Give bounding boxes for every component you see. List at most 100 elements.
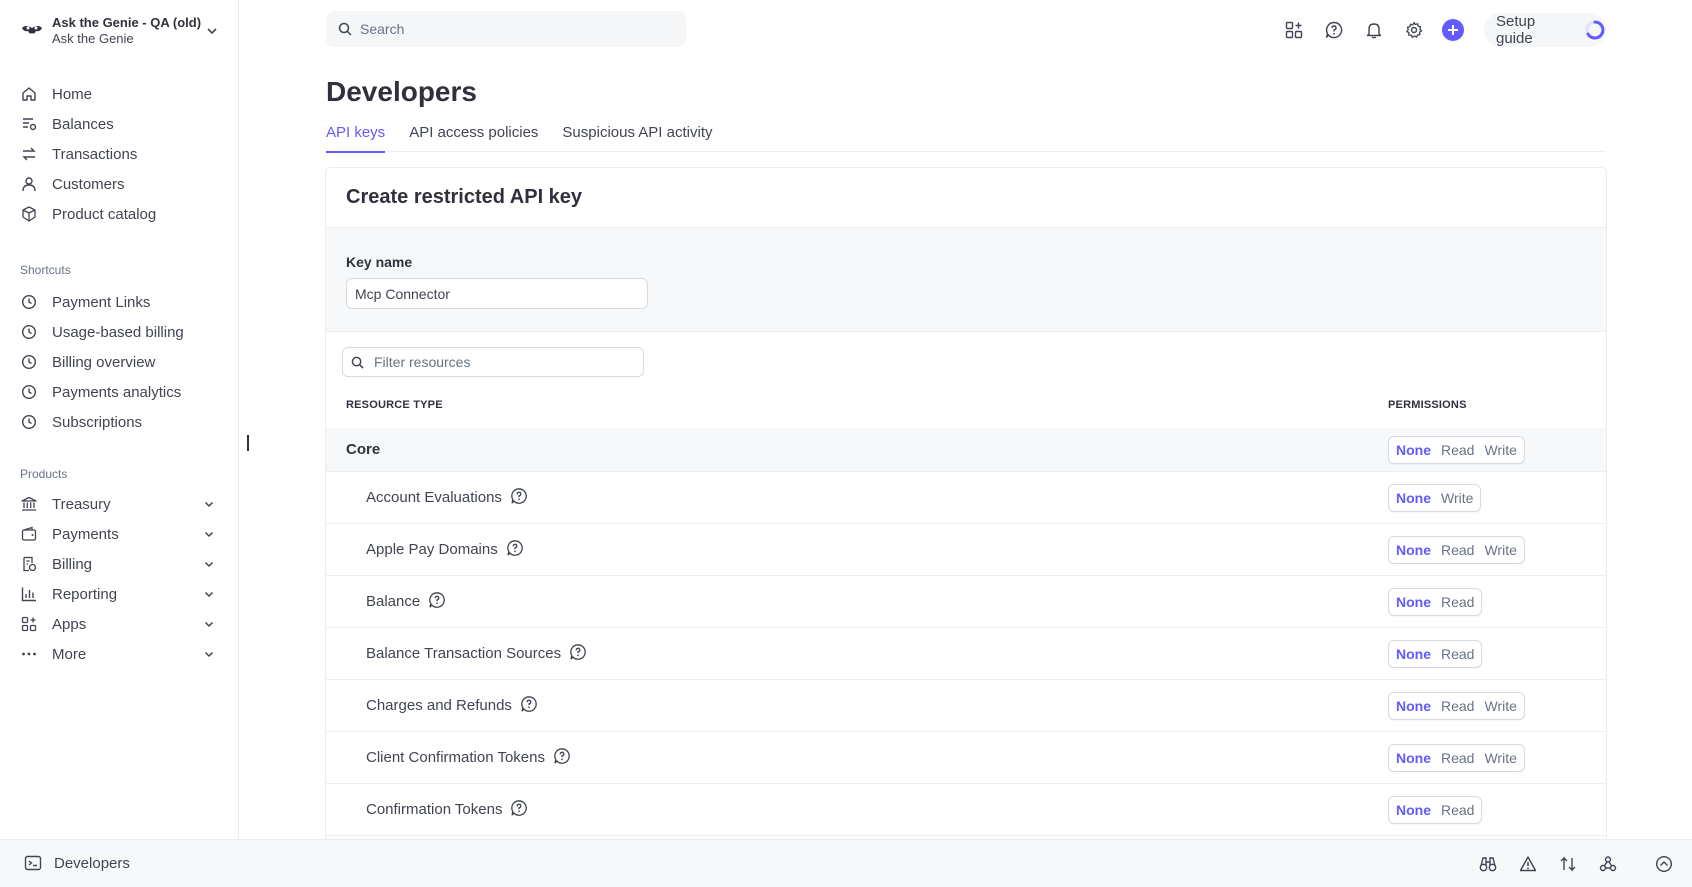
permission-option-read[interactable]: Read — [1436, 750, 1479, 766]
resource-name-label: Charges and Refunds — [366, 697, 512, 714]
inspect-button[interactable] — [1478, 854, 1498, 874]
permission-selector: None Read Write — [1388, 435, 1525, 464]
bottom-bar: Developers — [0, 839, 1692, 887]
setup-guide-button[interactable]: Setup guide — [1484, 13, 1606, 47]
developers-label: Developers — [54, 854, 130, 872]
table-group-row: Core None Read Write — [326, 428, 1606, 472]
permission-option-read[interactable]: Read — [1436, 646, 1479, 662]
permission-option-read[interactable]: Read — [1436, 802, 1479, 818]
shortcut-payments-analytics[interactable]: Payments analytics — [20, 377, 220, 407]
errors-button[interactable] — [1518, 854, 1538, 874]
permission-option-none[interactable]: None — [1391, 646, 1436, 662]
help-icon[interactable] — [569, 643, 587, 661]
nav-item-customers[interactable]: Customers — [20, 169, 220, 199]
help-icon[interactable] — [553, 747, 571, 765]
help-icon[interactable] — [510, 487, 528, 505]
product-payments[interactable]: Payments — [20, 519, 220, 549]
help-icon[interactable] — [428, 591, 446, 609]
permission-option-none[interactable]: None — [1391, 750, 1436, 766]
tab-suspicious-api-activity[interactable]: Suspicious API activity — [562, 124, 712, 152]
help-icon[interactable] — [510, 799, 528, 817]
card-header: Create restricted API key — [326, 168, 1606, 228]
more-icon — [20, 645, 38, 663]
key-name-input[interactable]: Mcp Connector — [346, 278, 648, 309]
sidebar-resize-handle[interactable] — [247, 435, 249, 451]
shortcut-billing-overview[interactable]: Billing overview — [20, 347, 220, 377]
tab-api-access-policies[interactable]: API access policies — [409, 124, 538, 152]
page-title: Developers — [326, 76, 477, 107]
setup-guide-label: Setup guide — [1496, 13, 1536, 47]
permission-option-write[interactable]: Write — [1479, 750, 1521, 766]
key-name-label: Key name — [346, 254, 413, 270]
help-button[interactable] — [1314, 16, 1354, 44]
permission-option-none[interactable]: None — [1391, 542, 1436, 558]
permission-option-read[interactable]: Read — [1436, 542, 1479, 558]
webhooks-button[interactable] — [1598, 854, 1618, 874]
nav-label: Reporting — [52, 585, 118, 603]
wallet-icon — [20, 525, 38, 543]
product-treasury[interactable]: Treasury — [20, 489, 220, 519]
permission-option-write[interactable]: Write — [1479, 542, 1521, 558]
developers-toggle[interactable]: Developers — [24, 854, 130, 872]
requests-button[interactable] — [1558, 854, 1578, 874]
search-icon — [338, 22, 352, 36]
nav-item-home[interactable]: Home — [20, 79, 220, 109]
permission-selector: None Write — [1388, 483, 1482, 512]
nav-label: Subscriptions — [52, 413, 143, 431]
apps-button[interactable] — [1274, 16, 1314, 44]
help-icon[interactable] — [520, 695, 538, 713]
resource-name-label: Client Confirmation Tokens — [366, 749, 545, 766]
permission-option-read[interactable]: Read — [1436, 698, 1479, 714]
account-switcher[interactable]: Ask the Genie - QA (old) Ask the Genie — [20, 14, 220, 48]
table-row: Apple Pay Domains None Read Write — [326, 524, 1606, 576]
settings-button[interactable] — [1394, 16, 1434, 44]
create-button[interactable] — [1442, 19, 1464, 41]
resource-name-label: Confirmation Tokens — [366, 801, 503, 818]
nav-item-transactions[interactable]: Transactions — [20, 139, 220, 169]
expand-panel-button[interactable] — [1654, 854, 1674, 874]
sidebar: Ask the Genie - QA (old) Ask the Genie H… — [0, 0, 239, 839]
notifications-button[interactable] — [1354, 16, 1394, 44]
clock-icon — [20, 323, 38, 341]
nav-item-product-catalog[interactable]: Product catalog — [20, 199, 220, 229]
search-input[interactable]: Search — [326, 11, 686, 47]
nav-label: Product catalog — [52, 205, 157, 223]
account-name: Ask the Genie - QA (old) — [52, 15, 202, 30]
filter-resources-input[interactable]: Filter resources — [342, 347, 644, 377]
permission-option-none[interactable]: None — [1391, 594, 1436, 610]
table-row: Balance Transaction Sources None Read — [326, 628, 1606, 680]
product-billing[interactable]: Billing — [20, 549, 220, 579]
product-reporting[interactable]: Reporting — [20, 579, 220, 609]
permission-option-none[interactable]: None — [1391, 802, 1436, 818]
nav-label: Payments analytics — [52, 383, 182, 401]
permission-selector: None Read Write — [1388, 691, 1525, 720]
product-apps[interactable]: Apps — [20, 609, 220, 639]
tabs: API keys API access policies Suspicious … — [326, 124, 1606, 153]
help-icon — [1325, 21, 1343, 39]
customers-icon — [20, 175, 38, 193]
tab-api-keys[interactable]: API keys — [326, 124, 386, 153]
transactions-icon — [20, 145, 38, 163]
permission-option-write[interactable]: Write — [1436, 490, 1478, 506]
binoculars-icon — [1479, 857, 1497, 872]
permission-option-none[interactable]: None — [1391, 698, 1436, 714]
product-more[interactable]: More — [20, 639, 220, 669]
webhook-icon — [1599, 856, 1617, 872]
nav-item-balances[interactable]: Balances — [20, 109, 220, 139]
shortcut-payment-links[interactable]: Payment Links — [20, 287, 220, 317]
bank-icon — [20, 495, 38, 513]
chevron-down-icon — [204, 591, 214, 598]
permission-option-none[interactable]: None — [1391, 442, 1436, 458]
shortcut-subscriptions[interactable]: Subscriptions — [20, 407, 220, 437]
shortcut-usage-based-billing[interactable]: Usage-based billing — [20, 317, 220, 347]
permission-selector: None Read — [1388, 795, 1483, 824]
gear-icon — [1406, 21, 1423, 38]
permission-option-write[interactable]: Write — [1479, 442, 1521, 458]
search-icon — [351, 356, 364, 369]
permission-option-none[interactable]: None — [1391, 490, 1436, 506]
help-icon[interactable] — [506, 539, 524, 557]
permission-option-read[interactable]: Read — [1436, 594, 1479, 610]
permission-option-write[interactable]: Write — [1479, 698, 1521, 714]
permission-option-read[interactable]: Read — [1436, 442, 1479, 458]
nav-label: Usage-based billing — [52, 323, 184, 341]
